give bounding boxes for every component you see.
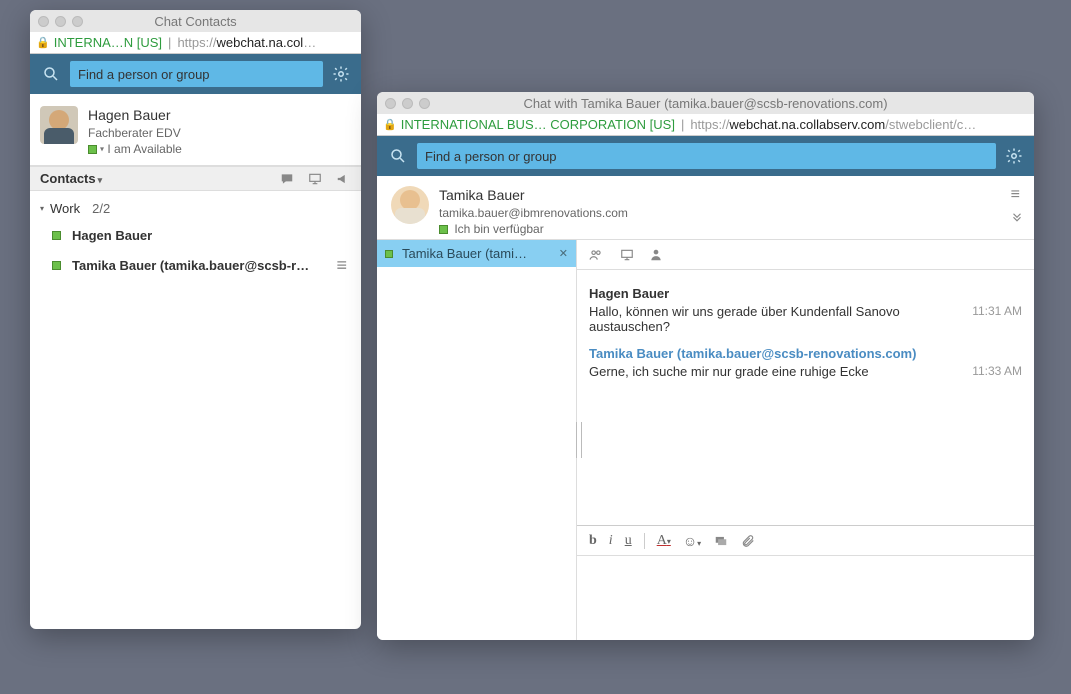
- url-host: webchat.na.collabserv.com: [729, 117, 885, 132]
- separator: [644, 533, 645, 549]
- self-profile: Hagen Bauer Fachberater EDV ▾ I am Avail…: [30, 94, 361, 166]
- bold-icon[interactable]: b: [589, 533, 597, 549]
- status-available-icon: [52, 231, 61, 240]
- url-scheme: https://: [177, 35, 216, 50]
- person-icon[interactable]: [649, 248, 663, 262]
- search-icon[interactable]: [387, 145, 409, 167]
- screen-share-icon[interactable]: [307, 172, 323, 186]
- self-status-row[interactable]: ▾ I am Available: [88, 142, 182, 158]
- group-work[interactable]: ▾ Work 2/2: [40, 195, 351, 222]
- url-trail: /stwebclient/c…: [885, 117, 976, 132]
- compose-input[interactable]: [577, 556, 1034, 640]
- search-bar: [30, 54, 361, 94]
- contact-list: ▾ Work 2/2 Hagen Bauer Tamika Bauer (tam…: [30, 191, 361, 286]
- font-color-icon[interactable]: A▾: [657, 533, 671, 549]
- url-trail: …: [303, 35, 316, 50]
- contact-item[interactable]: Tamika Bauer (tamika.bauer@scsb-r… ≡: [40, 249, 351, 282]
- announce-icon[interactable]: [335, 172, 351, 186]
- contact-name: Hagen Bauer: [72, 228, 152, 243]
- status-available-icon: [385, 250, 393, 258]
- contacts-section-header: Contacts▾: [30, 166, 361, 191]
- chat-window: Chat with Tamika Bauer (tamika.bauer@scs…: [377, 92, 1034, 640]
- contacts-window: Chat Contacts 🔒 INTERNA…N [US] | https:/…: [30, 10, 361, 629]
- partner-email: tamika.bauer@ibmrenovations.com: [439, 206, 628, 222]
- screenshot-icon[interactable]: [713, 534, 729, 548]
- search-bar: [377, 136, 1034, 176]
- chat-main: Hagen Bauer Hallo, können wir uns gerade…: [577, 240, 1034, 640]
- screen-share-icon[interactable]: [619, 248, 635, 262]
- split-handle[interactable]: [576, 422, 582, 458]
- cert-label: INTERNATIONAL BUS… CORPORATION [US]: [401, 117, 675, 132]
- chevron-down-icon: ▾: [100, 144, 104, 153]
- status-available-icon: [88, 145, 97, 154]
- expand-icon[interactable]: [1010, 212, 1024, 226]
- self-name: Hagen Bauer: [88, 106, 182, 124]
- contact-name: Tamika Bauer (tamika.bauer@scsb-r…: [72, 258, 309, 273]
- msg-text: Hallo, können wir uns gerade über Kunden…: [589, 304, 962, 334]
- titlebar: Chat Contacts: [30, 10, 361, 32]
- group-label: Work: [50, 201, 80, 216]
- gear-icon[interactable]: [331, 64, 351, 84]
- search-input[interactable]: [417, 143, 996, 169]
- status-available-icon: [439, 225, 448, 234]
- url-bar[interactable]: 🔒 INTERNA…N [US] | https://webchat.na.co…: [30, 32, 361, 54]
- partner-avatar[interactable]: [391, 186, 429, 224]
- url-scheme: https://: [690, 117, 729, 132]
- message-list: Hagen Bauer Hallo, können wir uns gerade…: [577, 270, 1034, 525]
- underline-icon[interactable]: u: [625, 533, 632, 549]
- partner-status-row: Ich bin verfügbar: [439, 222, 628, 238]
- partner-status: Ich bin verfügbar: [454, 222, 543, 236]
- tab-label: Tamika Bauer (tami…: [402, 246, 527, 261]
- partner-profile: Tamika Bauer tamika.bauer@ibmrenovations…: [377, 176, 1034, 240]
- partner-name: Tamika Bauer: [439, 186, 628, 204]
- msg-sender: Hagen Bauer: [589, 286, 1022, 301]
- lock-icon: 🔒: [383, 118, 397, 131]
- chat-toolbar: [577, 240, 1034, 270]
- search-icon[interactable]: [40, 63, 62, 85]
- cert-label: INTERNA…N [US]: [54, 35, 162, 50]
- msg-text: Gerne, ich suche mir nur grade eine ruhi…: [589, 364, 869, 379]
- window-title: Chat with Tamika Bauer (tamika.bauer@scs…: [377, 96, 1034, 111]
- message: Gerne, ich suche mir nur grade eine ruhi…: [589, 364, 1022, 379]
- italic-icon[interactable]: i: [609, 533, 613, 549]
- close-icon[interactable]: ✕: [559, 247, 568, 260]
- url-host: webchat.na.col: [216, 35, 303, 50]
- self-status: I am Available: [107, 142, 182, 156]
- contacts-label[interactable]: Contacts▾: [40, 171, 102, 186]
- status-available-icon: [52, 261, 61, 270]
- window-title: Chat Contacts: [30, 14, 361, 29]
- titlebar: Chat with Tamika Bauer (tamika.bauer@scs…: [377, 92, 1034, 114]
- chevron-down-icon: ▾: [40, 204, 44, 213]
- chat-icon[interactable]: [279, 172, 295, 186]
- format-toolbar: b i u A▾ ☺▾: [577, 526, 1034, 556]
- conversation-tabs: Tamika Bauer (tami… ✕: [377, 240, 577, 640]
- self-subtitle: Fachberater EDV: [88, 126, 182, 142]
- attach-icon[interactable]: [741, 533, 755, 549]
- emoji-icon[interactable]: ☺▾: [683, 533, 701, 549]
- self-avatar[interactable]: [40, 106, 78, 144]
- message: Hallo, können wir uns gerade über Kunden…: [589, 304, 1022, 334]
- gear-icon[interactable]: [1004, 146, 1024, 166]
- msg-sender: Tamika Bauer (tamika.bauer@scsb-renovati…: [589, 346, 1022, 361]
- search-input[interactable]: [70, 61, 323, 87]
- chevron-down-icon: ▾: [98, 175, 103, 185]
- more-icon[interactable]: ≡: [336, 255, 347, 276]
- compose: b i u A▾ ☺▾: [577, 525, 1034, 640]
- group-count: 2/2: [92, 201, 110, 216]
- conversation-tab[interactable]: Tamika Bauer (tami… ✕: [377, 240, 576, 267]
- msg-time: 11:31 AM: [962, 304, 1022, 334]
- contact-item[interactable]: Hagen Bauer: [40, 222, 351, 249]
- msg-time: 11:33 AM: [962, 364, 1022, 379]
- lock-icon: 🔒: [36, 36, 50, 49]
- url-bar[interactable]: 🔒 INTERNATIONAL BUS… CORPORATION [US] | …: [377, 114, 1034, 136]
- add-people-icon[interactable]: [587, 248, 605, 262]
